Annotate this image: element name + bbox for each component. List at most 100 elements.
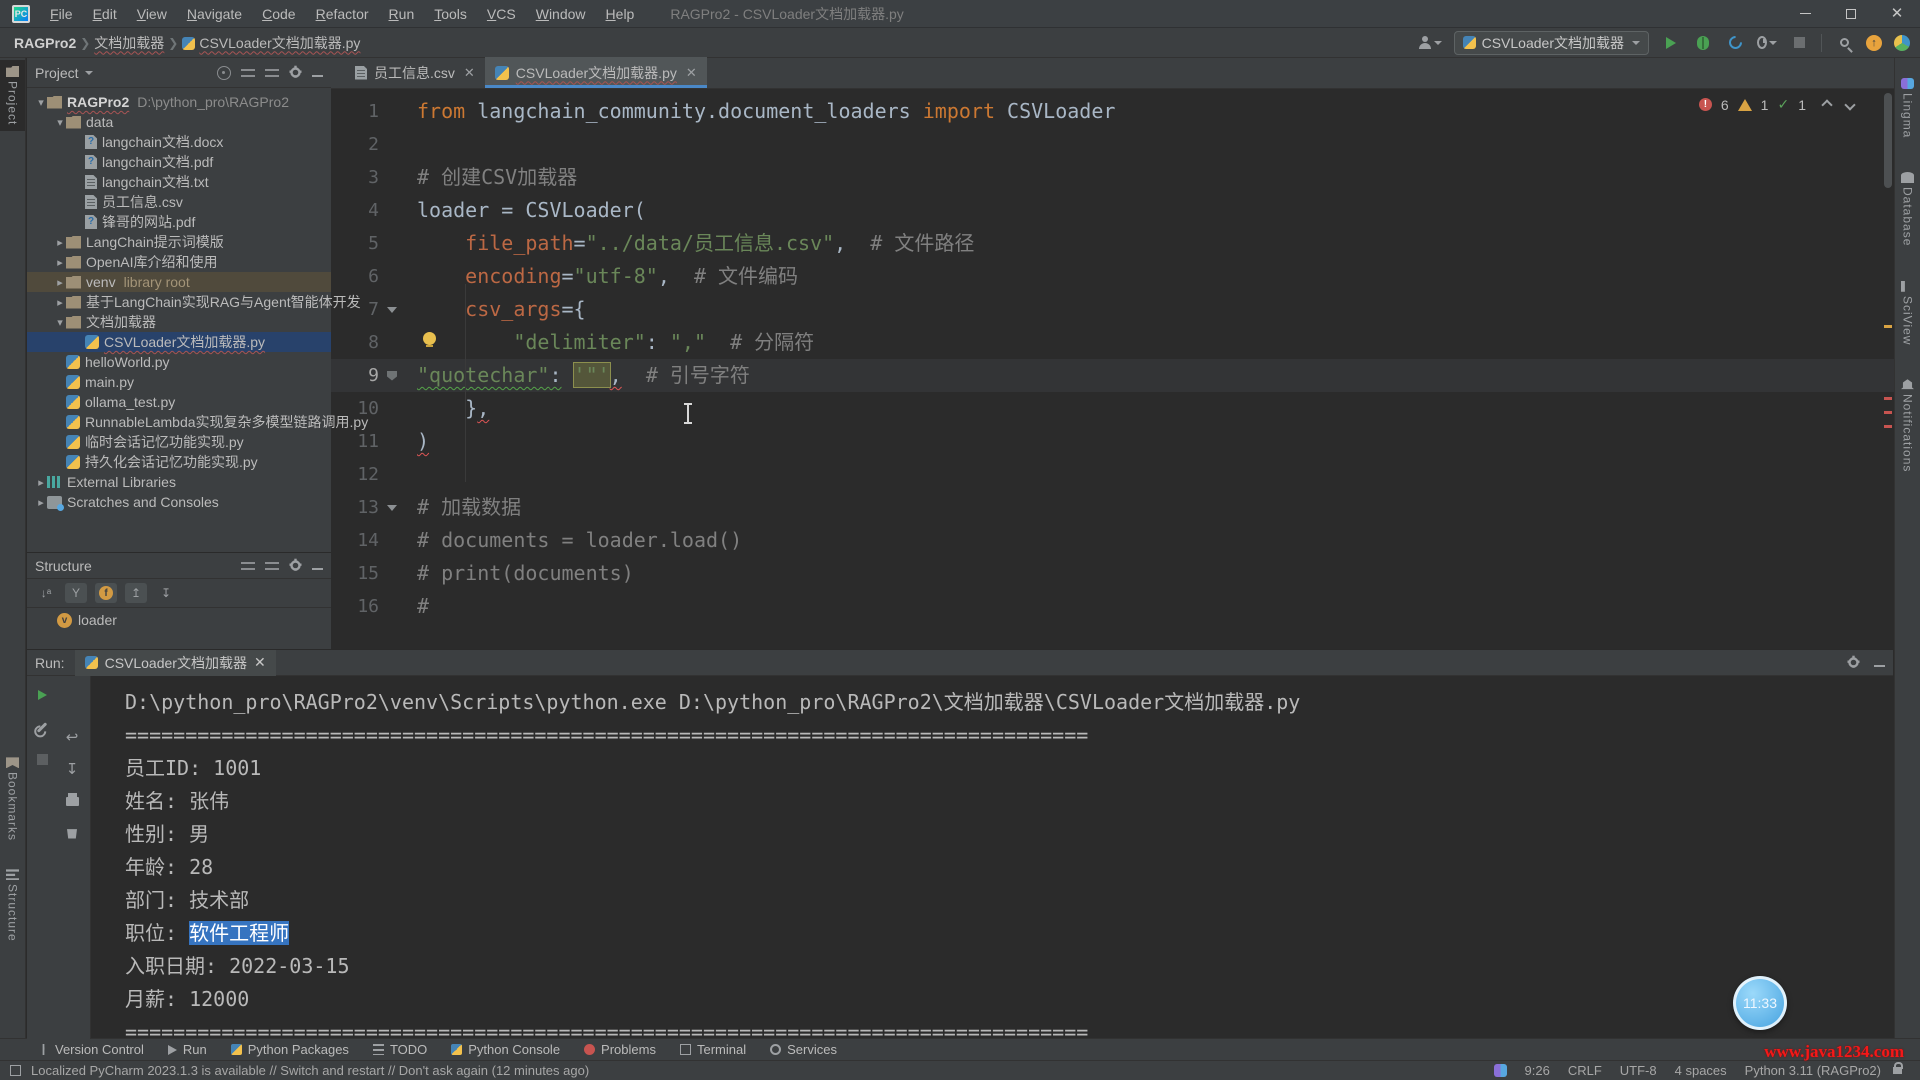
tree-chevron-icon[interactable]: ▾ — [35, 96, 47, 109]
toolwindow-button-terminal[interactable]: Terminal — [670, 1039, 756, 1061]
tree-item[interactable]: ▸venvlibrary root — [27, 272, 331, 292]
code-line[interactable]: 3# 创建CSV加载器 — [331, 161, 1894, 194]
tree-item[interactable]: ▸OpenAI库介绍和使用 — [27, 252, 331, 272]
close-icon[interactable]: ✕ — [464, 65, 475, 81]
tree-item[interactable]: ollama_test.py — [27, 392, 331, 412]
tree-item[interactable]: ▸LangChain提示词模版 — [27, 232, 331, 252]
run-button[interactable] — [1661, 33, 1681, 53]
tree-chevron-icon[interactable]: ▾ — [54, 316, 66, 329]
code-line[interactable]: 5 file_path="../data/员工信息.csv", # 文件路径 — [331, 227, 1894, 260]
tree-item[interactable]: ▾data — [27, 112, 331, 132]
menu-code[interactable]: Code — [252, 0, 305, 28]
tree-item[interactable]: CSVLoader文档加载器.py — [27, 332, 331, 352]
inspections-widget[interactable]: !6 1 ✓1 — [1699, 96, 1854, 113]
hide-panel-icon[interactable] — [312, 75, 323, 77]
menu-file[interactable]: File — [40, 0, 83, 28]
tree-item[interactable]: ▾文档加载器 — [27, 312, 331, 332]
tree-item[interactable]: langchain文档.docx — [27, 132, 331, 152]
code-line[interactable]: 11) — [331, 425, 1894, 458]
menu-edit[interactable]: Edit — [83, 0, 127, 28]
tree-chevron-icon[interactable]: ▾ — [54, 116, 66, 129]
tree-item[interactable]: ▾RAGPro2D:\python_pro\RAGPro2 — [27, 92, 331, 112]
tree-item[interactable]: langchain文档.txt — [27, 172, 331, 192]
tree-item[interactable]: ▸基于LangChain实现RAG与Agent智能体开发 — [27, 292, 331, 312]
lingma-status-icon[interactable] — [1494, 1064, 1507, 1077]
tree-chevron-icon[interactable]: ▸ — [54, 236, 66, 249]
tree-item[interactable]: langchain文档.pdf — [27, 152, 331, 172]
run-settings-button[interactable] — [33, 718, 51, 736]
indent-style[interactable]: 4 spaces — [1675, 1063, 1727, 1078]
gear-icon[interactable] — [1848, 657, 1858, 667]
show-fields-icon[interactable]: f — [95, 583, 117, 603]
tree-item[interactable]: ▸Scratches and Consoles — [27, 492, 331, 512]
profile-button[interactable] — [1725, 33, 1745, 53]
debug-button[interactable] — [1693, 33, 1713, 53]
sidebar-item-project[interactable]: Project — [0, 60, 25, 131]
tree-item[interactable]: 持久化会话记忆功能实现.py — [27, 452, 331, 472]
previous-problem-icon[interactable] — [1821, 99, 1832, 110]
search-everywhere-button[interactable] — [1834, 33, 1854, 53]
menu-tools[interactable]: Tools — [424, 0, 477, 28]
gear-icon[interactable] — [290, 560, 300, 570]
fold-marker[interactable] — [379, 359, 405, 392]
fold-marker[interactable] — [379, 293, 405, 326]
toolwindow-button-todo[interactable]: TODO — [363, 1039, 437, 1061]
tree-item[interactable]: ▸External Libraries — [27, 472, 331, 492]
gear-icon[interactable] — [290, 67, 300, 77]
expand-all-icon[interactable] — [241, 562, 255, 572]
tree-item[interactable]: 锋哥的网站.pdf — [27, 212, 331, 232]
tool-window-toggle-icon[interactable] — [10, 1065, 21, 1076]
code-line[interactable]: 9"quotechar": '"', # 引号字符 — [331, 359, 1894, 392]
line-separator[interactable]: CRLF — [1568, 1063, 1602, 1078]
toolwindow-button-python-console[interactable]: Python Console — [441, 1039, 570, 1061]
close-icon[interactable]: ✕ — [254, 654, 266, 671]
menu-navigate[interactable]: Navigate — [177, 0, 252, 28]
file-encoding[interactable]: UTF-8 — [1620, 1063, 1657, 1078]
toolwindow-button-problems[interactable]: Problems — [574, 1039, 666, 1061]
stop-button[interactable] — [1789, 33, 1809, 53]
sidebar-item-database[interactable]: Database — [1895, 166, 1920, 252]
caret-position[interactable]: 9:26 — [1525, 1063, 1550, 1078]
minimize-button[interactable] — [1782, 0, 1828, 28]
navigate-source-icon[interactable]: ↥ — [125, 583, 147, 603]
stop-button[interactable] — [33, 750, 51, 768]
navigate-target-icon[interactable]: ↧ — [155, 583, 177, 603]
menu-view[interactable]: View — [127, 0, 177, 28]
recording-timer-bubble[interactable]: 11:33 — [1733, 976, 1787, 1030]
clear-output-icon[interactable] — [63, 824, 81, 842]
toolwindow-button-python-packages[interactable]: Python Packages — [221, 1039, 359, 1061]
close-icon[interactable]: ✕ — [686, 65, 697, 81]
code-line[interactable]: 8 "delimiter": "," # 分隔符 — [331, 326, 1894, 359]
collapse-all-icon[interactable] — [265, 562, 279, 572]
code-line[interactable]: 10 }, — [331, 392, 1894, 425]
code-line[interactable]: 14# documents = loader.load() — [331, 524, 1894, 557]
menu-run[interactable]: Run — [379, 0, 425, 28]
readonly-lock-icon[interactable] — [1893, 1067, 1902, 1074]
code-line[interactable]: 12 — [331, 458, 1894, 491]
intention-bulb-icon[interactable] — [423, 332, 436, 345]
expand-all-icon[interactable] — [241, 69, 255, 79]
ai-assistant-icon[interactable] — [1894, 35, 1910, 51]
tree-item[interactable]: helloWorld.py — [27, 352, 331, 372]
tree-chevron-icon[interactable]: ▸ — [54, 256, 66, 269]
run-tab[interactable]: CSVLoader文档加载器 ✕ — [75, 650, 276, 676]
update-available-button[interactable]: ↑ — [1866, 35, 1882, 51]
editor-scrollbar[interactable] — [1882, 89, 1894, 649]
run-configuration-select[interactable]: CSVLoader文档加载器 — [1454, 31, 1649, 55]
code-line[interactable]: 13# 加载数据 — [331, 491, 1894, 524]
code-line[interactable]: 2 — [331, 128, 1894, 161]
toolwindow-button-services[interactable]: Services — [760, 1039, 847, 1061]
toolwindow-button-version-control[interactable]: Version Control — [28, 1039, 154, 1061]
sort-alphabetically-icon[interactable]: ↓ᵃ — [35, 583, 57, 603]
hide-panel-icon[interactable] — [1874, 665, 1885, 667]
tree-chevron-icon[interactable]: ▸ — [54, 276, 66, 289]
tree-item[interactable]: 临时会话记忆功能实现.py — [27, 432, 331, 452]
coverage-button[interactable] — [1757, 33, 1777, 53]
rerun-button[interactable] — [33, 686, 51, 704]
code-line[interactable]: 15# print(documents) — [331, 557, 1894, 590]
close-button[interactable]: ✕ — [1874, 0, 1920, 28]
maximize-button[interactable] — [1828, 0, 1874, 28]
code-line[interactable]: 6 encoding="utf-8", # 文件编码 — [331, 260, 1894, 293]
breadcrumb-item[interactable]: CSVLoader文档加载器.py — [182, 33, 360, 53]
code-line[interactable]: 4loader = CSVLoader( — [331, 194, 1894, 227]
